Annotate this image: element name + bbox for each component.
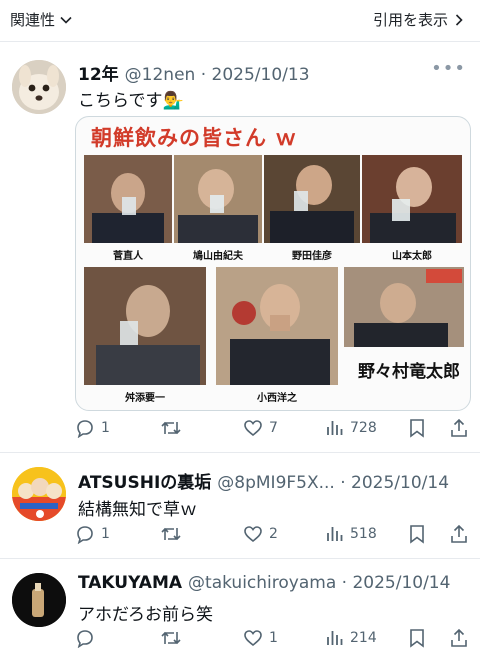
bookmark-button[interactable]	[408, 418, 426, 438]
avatar[interactable]	[12, 573, 66, 627]
retweet-icon	[161, 527, 181, 541]
share-icon	[451, 628, 467, 647]
caption: 鳩山由紀夫	[193, 251, 243, 262]
sort-label: 関連性	[10, 11, 56, 29]
author-handle-date[interactable]: @takuichiroyama · 2025/10/14	[188, 573, 450, 593]
person-drinking-image	[174, 155, 262, 243]
reply-button[interactable]: 1	[75, 524, 110, 544]
photo-3	[264, 155, 360, 243]
share-icon	[451, 418, 467, 437]
divider	[0, 558, 480, 559]
chevron-down-icon	[60, 16, 72, 24]
tweet-text: アホだろお前ら笑	[78, 605, 213, 625]
retweet-icon	[161, 631, 181, 645]
divider	[0, 41, 480, 42]
reply-count: 1	[101, 420, 110, 436]
colorful-avatar-image	[12, 467, 66, 521]
author-handle-date[interactable]: @8pMI9F5X... · 2025/10/14	[217, 473, 449, 493]
views-button[interactable]: 518	[326, 524, 377, 544]
person-drinking-image	[84, 267, 206, 385]
retweet-button[interactable]	[160, 418, 188, 438]
divider	[0, 452, 480, 453]
author-handle-date[interactable]: @12nen · 2025/10/13	[125, 65, 310, 85]
bookmark-icon	[410, 525, 424, 544]
chevron-right-icon	[455, 13, 463, 26]
tweet-actions: 1 7 728	[75, 418, 473, 442]
views-button[interactable]: 728	[326, 418, 377, 438]
like-count: 1	[269, 630, 278, 646]
like-icon	[244, 420, 262, 437]
reply-icon	[77, 420, 93, 438]
caption: 舛添要一	[125, 393, 165, 404]
bookmark-button[interactable]	[408, 628, 426, 648]
reply-button[interactable]: 1	[75, 418, 110, 438]
photo-6	[216, 267, 338, 385]
person-drinking-image	[362, 155, 462, 243]
person-drinking-image	[264, 155, 360, 243]
image-title: 朝鮮飲みの皆さん ｗ	[91, 126, 298, 150]
person-covering-face-image	[216, 267, 338, 385]
photo-7	[344, 267, 464, 347]
replies-header: 関連性 引用を表示	[0, 0, 480, 40]
caption: 菅直人	[113, 251, 143, 262]
tweet-actions: 1 2 518	[75, 524, 473, 548]
retweet-button[interactable]	[160, 628, 188, 648]
person-covering-face-image	[344, 267, 464, 347]
photo-5	[84, 267, 206, 385]
like-icon	[244, 526, 262, 543]
reply-button[interactable]	[75, 628, 101, 648]
like-count: 7	[269, 420, 278, 436]
share-icon	[451, 524, 467, 543]
caption: 小西洋之	[257, 393, 297, 404]
tweet-image[interactable]: 朝鮮飲みの皆さん ｗ 菅直人 鳩山由紀夫 野田佳彦 山本太郎 舛添要一 小西洋之	[75, 116, 471, 411]
photo-4	[362, 155, 462, 243]
tweet-text: 結構無知で草ｗ	[78, 500, 197, 520]
avatar[interactable]	[12, 60, 66, 114]
share-button[interactable]	[449, 418, 469, 438]
retweet-icon	[161, 421, 181, 435]
dark-avatar-image	[12, 573, 66, 627]
view-count: 518	[350, 526, 377, 542]
views-icon	[327, 631, 343, 645]
photo-2	[174, 155, 262, 243]
more-icon[interactable]: •••	[431, 58, 466, 79]
bookmark-icon	[410, 419, 424, 438]
view-count: 214	[350, 630, 377, 646]
like-button[interactable]: 7	[243, 418, 278, 438]
views-icon	[327, 527, 343, 541]
tweet-text: こちらです💁‍♂️	[78, 91, 184, 111]
reply-icon	[77, 630, 93, 648]
like-count: 2	[269, 526, 278, 542]
view-count: 728	[350, 420, 377, 436]
reply-count: 1	[101, 526, 110, 542]
person-drinking-image	[84, 155, 172, 243]
author-name[interactable]: 12年	[78, 60, 119, 85]
like-icon	[244, 630, 262, 647]
retweet-button[interactable]	[160, 524, 188, 544]
bookmark-icon	[410, 629, 424, 648]
caption: 野々村竜太郎	[358, 362, 460, 382]
views-icon	[327, 421, 343, 435]
reply-icon	[77, 526, 93, 544]
views-button[interactable]: 214	[326, 628, 377, 648]
bookmark-button[interactable]	[408, 524, 426, 544]
view-quotes-link[interactable]: 引用を表示	[373, 9, 466, 30]
dog-avatar-image	[12, 60, 66, 114]
view-quotes-label: 引用を表示	[372, 11, 448, 29]
avatar[interactable]	[12, 467, 66, 521]
share-button[interactable]	[449, 628, 469, 648]
share-button[interactable]	[449, 524, 469, 544]
caption: 山本太郎	[392, 251, 432, 262]
sort-relevance-button[interactable]: 関連性	[10, 9, 73, 30]
caption: 野田佳彦	[292, 251, 332, 262]
like-button[interactable]: 1	[243, 628, 278, 648]
like-button[interactable]: 2	[243, 524, 278, 544]
author-name[interactable]: TAKUYAMA	[78, 573, 182, 593]
tweet-actions: 1 214	[75, 628, 473, 652]
author-name[interactable]: ATSUSHIの裏垢	[78, 468, 211, 493]
photo-1	[84, 155, 172, 243]
